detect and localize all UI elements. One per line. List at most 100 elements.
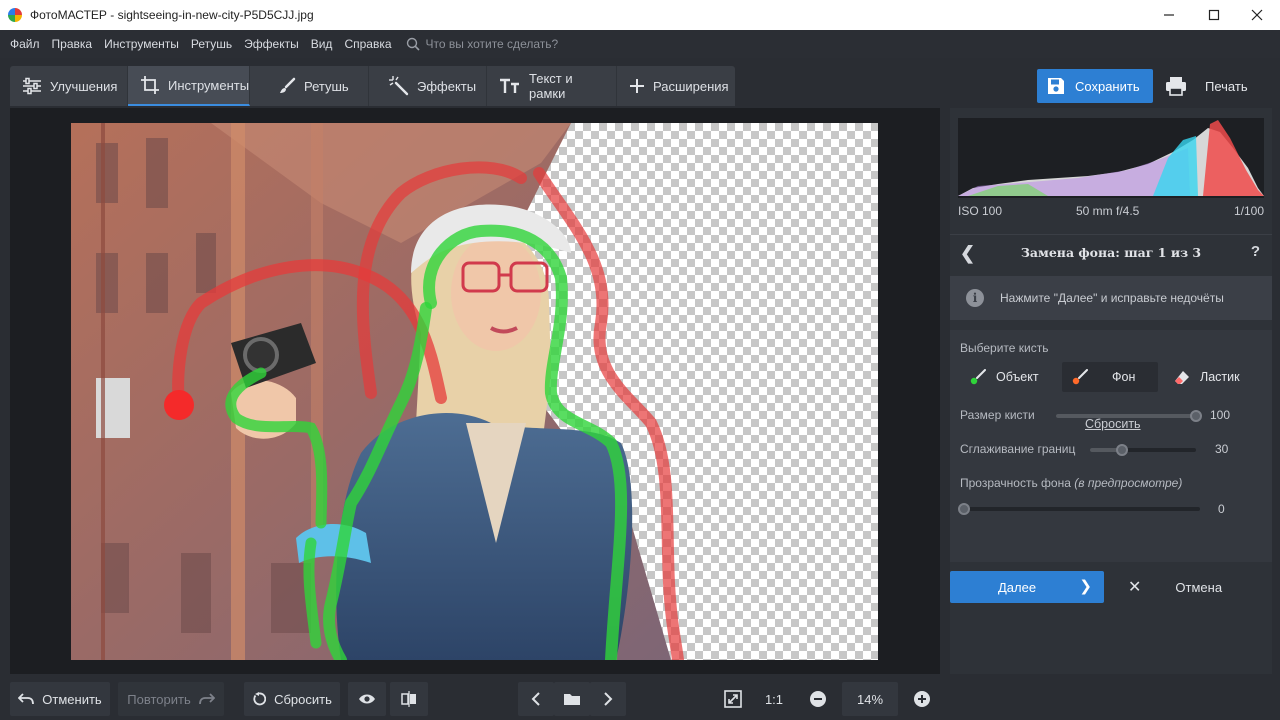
tab-label: Эффекты [417, 78, 477, 94]
brush-size-label: Размер кисти [960, 408, 1035, 422]
next-label: Далее [998, 579, 1037, 595]
print-button[interactable]: Печать [1160, 69, 1270, 103]
info-icon: i [966, 289, 984, 307]
menu-retouch[interactable]: Ретушь [185, 37, 238, 51]
tab-label: Инструменты [168, 77, 250, 93]
bg-transparency-slider[interactable] [958, 503, 1200, 515]
zoom-out-icon [809, 690, 827, 708]
brush-icon [278, 77, 296, 95]
undo-button[interactable]: Отменить [10, 682, 110, 716]
main-tabs: Улучшения Инструменты Ретушь Эффекты Тек… [10, 66, 735, 106]
tab-text-frames[interactable]: Текст и рамки [487, 66, 617, 106]
chevron-right-icon [603, 692, 613, 706]
canvas-area[interactable] [10, 108, 940, 674]
eye-icon [358, 693, 376, 705]
tab-tools[interactable]: Инструменты [128, 66, 250, 106]
magic-wand-icon [389, 76, 409, 96]
hint-box: i Нажмите "Далее" и исправьте недочёты [950, 276, 1272, 320]
app-logo-icon [8, 8, 22, 22]
bg-transparency-label: Прозрачность фона (в предпросмотре) [960, 476, 1182, 490]
save-button[interactable]: Сохранить [1037, 69, 1153, 103]
menu-bar: Файл Правка Инструменты Ретушь Эффекты В… [0, 30, 1280, 58]
brush-label: Фон [1112, 370, 1136, 384]
prev-image-button[interactable] [518, 682, 554, 716]
bottom-bar: Отменить Повторить Сбросить 1:1 14% [0, 676, 1280, 720]
plus-icon [629, 78, 645, 94]
printer-icon [1165, 76, 1187, 96]
step-title: Замена фона: шаг 1 из 3 [1020, 245, 1202, 260]
slider-knob[interactable] [958, 503, 970, 515]
zoom-value: 14% [856, 691, 884, 707]
redo-button[interactable]: Повторить [118, 682, 224, 716]
menu-view[interactable]: Вид [305, 37, 339, 51]
compare-button[interactable] [390, 682, 428, 716]
text-icon [499, 78, 521, 94]
brush-object-button[interactable]: Объект [960, 362, 1050, 392]
cancel-label: Отмена [1175, 579, 1223, 595]
next-button[interactable]: Далее ❯ [950, 571, 1104, 603]
slider-knob[interactable] [1190, 410, 1202, 422]
reset-button[interactable]: Сбросить [244, 682, 340, 716]
tab-label: Текст и рамки [529, 71, 573, 101]
compare-icon [401, 691, 417, 707]
cancel-button[interactable]: ✕ Отмена [1118, 571, 1270, 603]
fit-screen-button[interactable] [716, 682, 750, 716]
tab-label: Ретушь [304, 78, 349, 94]
chevron-right-icon: ❯ [1079, 578, 1092, 595]
zoom-in-button[interactable] [904, 682, 940, 716]
brush-background-button[interactable]: Фон [1062, 362, 1158, 392]
search-icon [406, 37, 420, 51]
brush-label: Ластик [1200, 370, 1240, 384]
tab-effects[interactable]: Эффекты [369, 66, 487, 106]
tab-retouch[interactable]: Ретушь [250, 66, 369, 106]
maximize-icon[interactable] [1191, 0, 1237, 30]
edge-smoothing-slider[interactable] [1090, 444, 1196, 456]
brush-label: Объект [996, 370, 1039, 384]
tab-enhancements[interactable]: Улучшения [10, 66, 128, 106]
sliders-icon [22, 77, 42, 95]
menu-effects[interactable]: Эффекты [238, 37, 305, 51]
edge-smoothing-label: Сглаживание границ [960, 442, 1076, 456]
zoom-level[interactable]: 14% [842, 682, 898, 716]
print-label: Печать [1205, 78, 1248, 94]
zoom-out-button[interactable] [800, 682, 836, 716]
search-placeholder: Что вы хотите сделать? [425, 37, 559, 51]
save-icon [1047, 77, 1065, 95]
brush-red-icon [1072, 369, 1088, 385]
minimize-icon[interactable] [1146, 0, 1192, 30]
actual-size-button[interactable]: 1:1 [756, 682, 792, 716]
tab-label: Расширения [653, 78, 729, 94]
edge-smoothing-value: 30 [1215, 442, 1229, 456]
crop-icon [140, 75, 160, 95]
reset-link[interactable]: Сбросить [1085, 417, 1141, 431]
bg-transparency-text: Прозрачность фона [960, 476, 1071, 490]
photo-canvas[interactable] [71, 123, 878, 660]
exif-iso: ISO 100 [958, 204, 1003, 218]
reset-label: Сбросить [274, 691, 332, 707]
next-image-button[interactable] [590, 682, 626, 716]
redo-label: Повторить [127, 691, 191, 707]
actual-size-label: 1:1 [764, 691, 784, 707]
help-icon[interactable]: ? [1251, 243, 1260, 260]
brush-size-value: 100 [1210, 408, 1231, 422]
tab-extensions[interactable]: Расширения [617, 66, 735, 106]
hint-text: Нажмите "Далее" и исправьте недочёты [1000, 291, 1224, 305]
slider-knob[interactable] [1115, 444, 1128, 456]
exif-shutter: 1/100 [1233, 204, 1264, 218]
search-box[interactable]: Что вы хотите сделать? [406, 37, 559, 51]
window-title: ФотоМАСТЕР - sightseeing-in-new-city-P5D… [30, 8, 314, 22]
brush-eraser-button[interactable]: Ластик [1164, 362, 1264, 392]
zoom-in-icon [913, 690, 931, 708]
menu-file[interactable]: Файл [4, 37, 46, 51]
preview-eye-button[interactable] [348, 682, 386, 716]
choose-brush-label: Выберите кисть [960, 341, 1049, 355]
menu-edit[interactable]: Правка [46, 37, 99, 51]
reset-icon [252, 692, 267, 706]
fit-screen-icon [724, 690, 742, 708]
menu-tools[interactable]: Инструменты [98, 37, 185, 51]
close-icon[interactable] [1234, 0, 1280, 30]
menu-help[interactable]: Справка [338, 37, 397, 51]
tab-label: Улучшения [50, 78, 118, 94]
open-folder-button[interactable] [554, 682, 590, 716]
back-arrow-icon[interactable]: ❮ [960, 243, 975, 264]
